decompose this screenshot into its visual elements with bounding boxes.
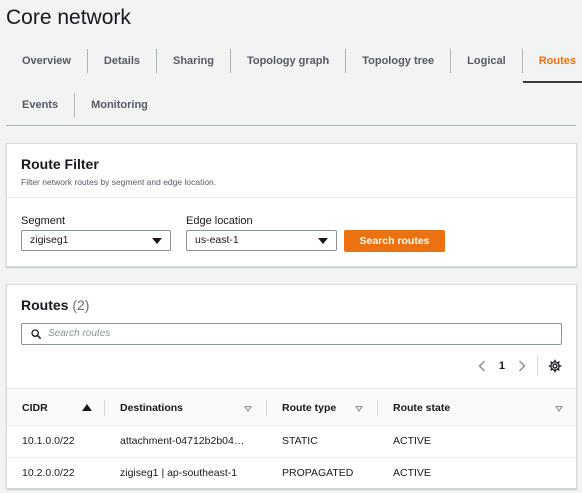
tab-topology-graph[interactable]: Topology graph — [229, 49, 345, 73]
routes-title-text: Routes — [21, 297, 69, 313]
sort-caret-icon[interactable] — [555, 406, 563, 412]
column-divider — [104, 400, 105, 416]
tab-topology-tree[interactable]: Topology tree — [345, 49, 450, 73]
route-filter-header: Route Filter Filter network routes by se… — [7, 144, 576, 198]
routes-count: (2) — [72, 297, 90, 313]
column-divider — [266, 400, 267, 416]
routes-panel: Routes (2) Search routes 1 CIDR Destinat… — [6, 284, 577, 489]
tab-overview[interactable]: Overview — [6, 49, 87, 73]
cell-route-type: PROPAGATED — [282, 467, 354, 479]
pagination: 1 — [475, 355, 562, 377]
search-icon — [31, 329, 41, 339]
page-number[interactable]: 1 — [499, 360, 505, 372]
cell-destination: zigiseg1 | ap-southeast-1 — [120, 467, 238, 479]
tab-logical[interactable]: Logical — [450, 49, 522, 73]
cell-route-state: ACTIVE — [393, 467, 431, 479]
table-row[interactable]: 10.1.0.0/22 attachment-04712b2b04… STATI… — [7, 426, 576, 458]
segment-label: Segment — [21, 215, 66, 227]
caret-down-icon — [152, 238, 162, 244]
route-filter-panel: Route Filter Filter network routes by se… — [6, 143, 577, 267]
gear-icon[interactable] — [548, 359, 562, 373]
table-header: CIDR Destinations Route type Route state — [7, 388, 576, 426]
tab-details[interactable]: Details — [86, 49, 156, 73]
sort-caret-icon[interactable] — [355, 406, 363, 412]
page-title: Core network — [6, 6, 131, 29]
cell-route-type: STATIC — [282, 435, 318, 447]
column-header-cidr[interactable]: CIDR — [22, 389, 48, 427]
cell-route-state: ACTIVE — [393, 435, 431, 447]
tabs-divider — [6, 125, 576, 126]
segment-value: zigiseg1 — [30, 234, 69, 246]
tab-routes[interactable]: Routes — [521, 49, 582, 83]
chevron-right-icon[interactable] — [515, 359, 529, 373]
segment-select[interactable]: zigiseg1 — [21, 230, 171, 251]
tab-monitoring[interactable]: Monitoring — [74, 93, 164, 117]
search-routes-button[interactable]: Search routes — [344, 230, 445, 252]
column-header-route-state[interactable]: Route state — [393, 389, 450, 427]
search-placeholder: Search routes — [48, 328, 111, 339]
cell-destination: attachment-04712b2b04… — [120, 435, 245, 447]
route-filter-title: Route Filter — [21, 156, 99, 172]
column-divider — [377, 400, 378, 416]
cell-cidr: 10.1.0.0/22 — [22, 435, 75, 447]
edge-location-label: Edge location — [186, 215, 253, 227]
sort-ascending-icon[interactable] — [82, 404, 92, 411]
chevron-left-icon[interactable] — [475, 359, 489, 373]
column-header-route-type[interactable]: Route type — [282, 389, 336, 427]
tab-events[interactable]: Events — [6, 93, 74, 117]
edge-location-value: us-east-1 — [195, 234, 239, 246]
pager-divider — [537, 356, 538, 376]
cell-cidr: 10.2.0.0/22 — [22, 467, 75, 479]
route-filter-description: Filter network routes by segment and edg… — [21, 177, 217, 187]
search-routes-input[interactable]: Search routes — [21, 323, 562, 345]
table-row[interactable]: 10.2.0.0/22 zigiseg1 | ap-southeast-1 PR… — [7, 458, 576, 490]
routes-title: Routes (2) — [21, 297, 89, 313]
tab-sharing[interactable]: Sharing — [156, 49, 230, 73]
caret-down-icon — [318, 238, 328, 244]
column-header-destinations[interactable]: Destinations — [120, 389, 183, 427]
edge-location-select[interactable]: us-east-1 — [186, 230, 337, 251]
sort-caret-icon[interactable] — [244, 406, 252, 412]
